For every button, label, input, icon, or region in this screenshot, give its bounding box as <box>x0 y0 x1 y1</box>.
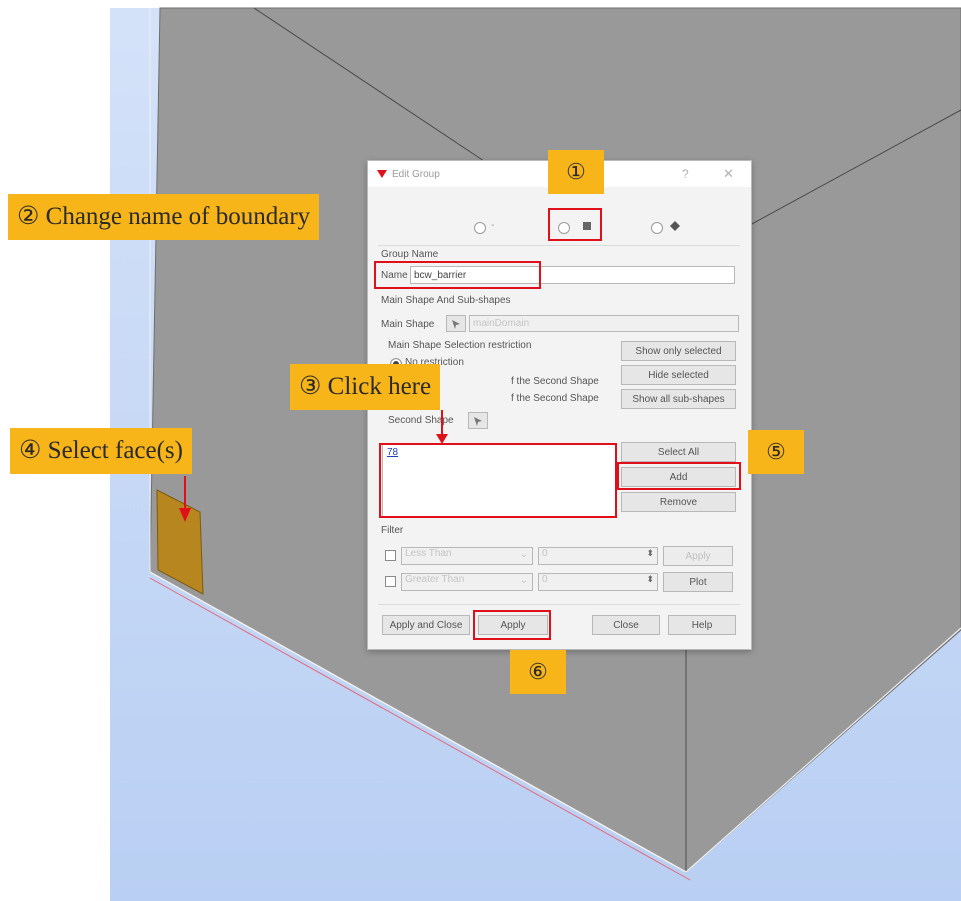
select-arrow-icon <box>474 417 482 426</box>
callout-step-4: ④ Select face(s) <box>10 428 192 474</box>
filter-less-than-spinbox[interactable]: 0 ⬍ <box>538 547 658 565</box>
filter-greater-than-checkbox[interactable] <box>385 576 396 587</box>
plot-button[interactable]: Plot <box>663 572 733 592</box>
spin-arrows-icon[interactable]: ⬍ <box>646 574 654 585</box>
filter-header: Filter <box>381 525 404 536</box>
chevron-down-icon: ⌄ <box>519 575 528 586</box>
shape-type-radio-1[interactable] <box>474 222 486 234</box>
highlight-add-button <box>617 462 741 490</box>
shape-type-radio-solid[interactable] <box>651 222 663 234</box>
highlight-name-field <box>374 261 541 289</box>
callout-step-6: ⑥ <box>510 650 566 694</box>
arrow-to-list <box>436 410 448 444</box>
main-shape-label: Main Shape <box>381 319 435 330</box>
select-arrow-icon <box>452 320 460 329</box>
callout-step-3: ③ Click here <box>290 364 441 410</box>
callout-step-5: ⑤ <box>748 430 804 474</box>
chevron-down-icon: ⌄ <box>519 549 528 560</box>
callout-step-2: ② Change name of boundary <box>8 194 320 240</box>
spin-arrows-icon[interactable]: ⬍ <box>646 548 654 559</box>
help-icon[interactable]: ? <box>682 167 689 181</box>
filter-less-than-combo[interactable]: Less Than ⌄ <box>401 547 533 565</box>
highlight-apply-button <box>473 610 551 640</box>
show-all-sub-shapes-button[interactable]: Show all sub-shapes <box>621 389 736 409</box>
group-name-header: Group Name <box>381 249 439 260</box>
filter-greater-than-number: 0 <box>542 574 548 585</box>
restriction-option-3-label: f the Second Shape <box>511 393 599 404</box>
remove-button[interactable]: Remove <box>621 492 736 512</box>
filter-less-than-checkbox[interactable] <box>385 550 396 561</box>
hide-selected-button[interactable]: Hide selected <box>621 365 736 385</box>
apply-and-close-button[interactable]: Apply and Close <box>382 615 470 635</box>
solid-shape-icon <box>670 221 680 231</box>
separator <box>378 245 740 246</box>
filter-greater-than-spinbox[interactable]: 0 ⬍ <box>538 573 658 591</box>
restriction-header: Main Shape Selection restriction <box>388 340 532 351</box>
help-button[interactable]: Help <box>668 615 736 635</box>
close-button[interactable]: Close <box>592 615 660 635</box>
highlight-id-list <box>379 443 617 518</box>
filter-greater-than-value: Greater Than <box>405 574 465 585</box>
dialog-title: Edit Group <box>392 169 440 180</box>
main-shape-field <box>469 315 739 332</box>
separator <box>378 604 740 605</box>
highlight-face-type <box>548 208 602 241</box>
filter-apply-button[interactable]: Apply <box>663 546 733 566</box>
show-only-selected-button[interactable]: Show only selected <box>621 341 736 361</box>
filter-greater-than-combo[interactable]: Greater Than ⌄ <box>401 573 533 591</box>
restriction-option-2-label: f the Second Shape <box>511 376 599 387</box>
callout-step-1: ① <box>548 150 604 194</box>
filter-less-than-value: Less Than <box>405 548 452 559</box>
main-shape-header: Main Shape And Sub-shapes <box>381 295 511 306</box>
select-all-button[interactable]: Select All <box>621 442 736 462</box>
salome-logo-icon <box>377 170 387 178</box>
second-shape-select-button[interactable] <box>468 412 488 429</box>
filter-less-than-number: 0 <box>542 548 548 559</box>
close-icon[interactable]: ✕ <box>723 166 734 182</box>
shape-type-label-1: - <box>491 220 495 231</box>
main-shape-select-button[interactable] <box>446 315 466 332</box>
